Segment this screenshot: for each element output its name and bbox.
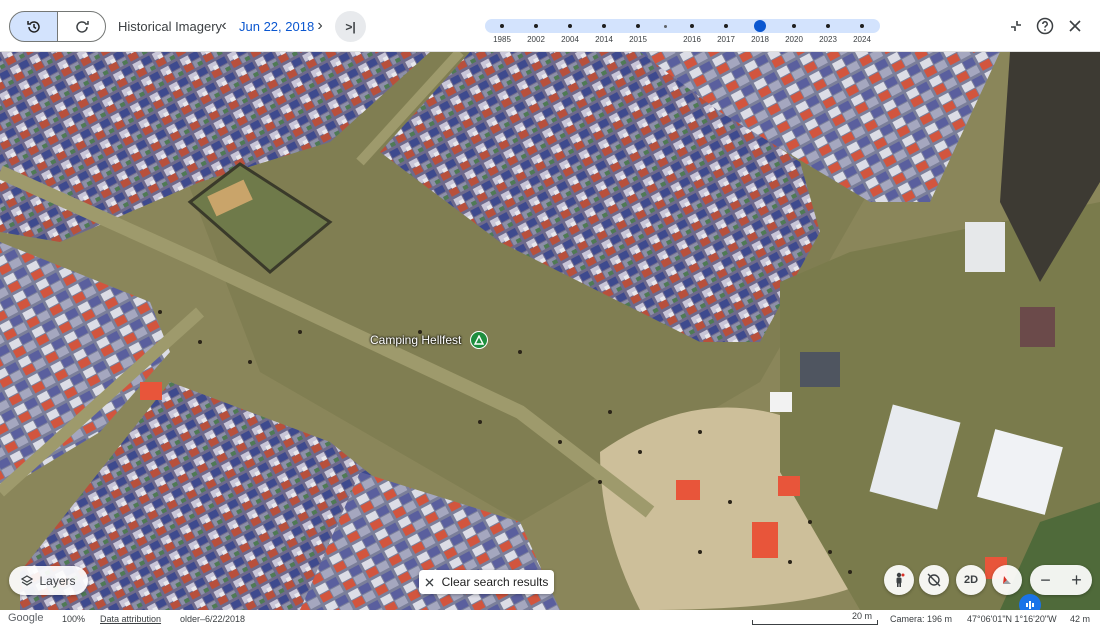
layers-icon — [21, 574, 34, 586]
help-icon[interactable] — [1034, 15, 1056, 37]
collapse-icon[interactable] — [1005, 15, 1027, 37]
timeline-dot-2017[interactable] — [724, 24, 728, 28]
ground-elevation: 42 m — [1070, 614, 1091, 624]
tilt-off-icon — [927, 573, 941, 587]
history-icon — [26, 20, 40, 33]
campground-pin-icon[interactable] — [470, 331, 488, 349]
layers-label: Layers — [39, 573, 76, 588]
latest-date-button[interactable]: >| — [335, 11, 366, 42]
imagery-timeline[interactable] — [485, 19, 880, 33]
zoom-percent: 100% — [62, 614, 86, 624]
timeline-dot-2014[interactable] — [602, 24, 606, 28]
refresh-icon — [75, 20, 89, 33]
timeline-year-2017[interactable]: 2017 — [717, 35, 735, 44]
camera-altitude: Camera: 196 m — [890, 614, 953, 624]
scale-bar — [752, 620, 878, 625]
historical-imagery-title: Historical Imagery — [118, 19, 223, 34]
clear-search-label: Clear search results — [441, 575, 549, 589]
timeline-year-2002[interactable]: 2002 — [527, 35, 545, 44]
timeline-dot-2023[interactable] — [826, 24, 830, 28]
timeline-dot-2002[interactable] — [534, 24, 538, 28]
timeline-year-2023[interactable]: 2023 — [819, 35, 837, 44]
top-toolbar: Historical Imagery ‹ Jun 22, 2018 › >| 1… — [0, 0, 1100, 52]
timeline-minor-dot[interactable] — [664, 25, 667, 28]
view-2d-button[interactable]: 2D — [956, 565, 986, 595]
zoom-control: − + — [1030, 565, 1092, 595]
timeline-year-2024[interactable]: 2024 — [853, 35, 871, 44]
map-imagery — [0, 52, 1100, 610]
timeline-year-2004[interactable]: 2004 — [561, 35, 579, 44]
timeline-year-1985[interactable]: 1985 — [493, 35, 511, 44]
imagery-date-range: older–6/22/2018 — [180, 614, 246, 624]
close-icon — [425, 578, 434, 586]
current-imagery-button[interactable] — [57, 11, 106, 42]
skip-to-end-icon: >| — [345, 19, 356, 34]
tilt-button[interactable] — [919, 565, 949, 595]
timeline-year-2015[interactable]: 2015 — [629, 35, 647, 44]
next-date-button[interactable]: › — [311, 15, 329, 37]
close-icon[interactable] — [1064, 15, 1086, 37]
timeline-selected-marker[interactable] — [754, 20, 766, 32]
data-attribution-link[interactable]: Data attribution — [100, 614, 161, 624]
clear-search-results-button[interactable]: Clear search results — [419, 570, 554, 594]
current-date[interactable]: Jun 22, 2018 — [239, 19, 314, 34]
place-label[interactable]: Camping Hellfest — [370, 333, 461, 347]
historical-imagery-button[interactable] — [9, 11, 58, 42]
timeline-dot-2016[interactable] — [690, 24, 694, 28]
timeline-year-2016[interactable]: 2016 — [683, 35, 701, 44]
compass-button[interactable] — [992, 565, 1022, 595]
coordinates: 47°06'01"N 1°16'20"W — [967, 614, 1057, 624]
status-bar: Google 100% Data attribution older–6/22/… — [0, 610, 1100, 626]
street-view-button[interactable] — [884, 565, 914, 595]
satellite-map[interactable] — [0, 52, 1100, 610]
timeline-year-2018[interactable]: 2018 — [751, 35, 769, 44]
timeline-year-2020[interactable]: 2020 — [785, 35, 803, 44]
compass-icon — [1003, 576, 1011, 584]
timeline-dot-2024[interactable] — [860, 24, 864, 28]
timeline-year-2014[interactable]: 2014 — [595, 35, 613, 44]
zoom-out-button[interactable]: − — [1030, 565, 1061, 595]
chevron-right-icon: › — [317, 17, 323, 34]
pegman-icon — [896, 572, 905, 587]
chevron-left-icon: ‹ — [221, 17, 227, 34]
view-2d-label: 2D — [963, 574, 979, 586]
previous-date-button[interactable]: ‹ — [215, 15, 233, 37]
google-logo: Google — [8, 612, 44, 624]
layers-button[interactable]: Layers — [9, 566, 88, 595]
timeline-dot-2020[interactable] — [792, 24, 796, 28]
timeline-dot-2015[interactable] — [636, 24, 640, 28]
timeline-dot-1985[interactable] — [500, 24, 504, 28]
timeline-dot-2004[interactable] — [568, 24, 572, 28]
zoom-in-button[interactable]: + — [1061, 565, 1092, 595]
